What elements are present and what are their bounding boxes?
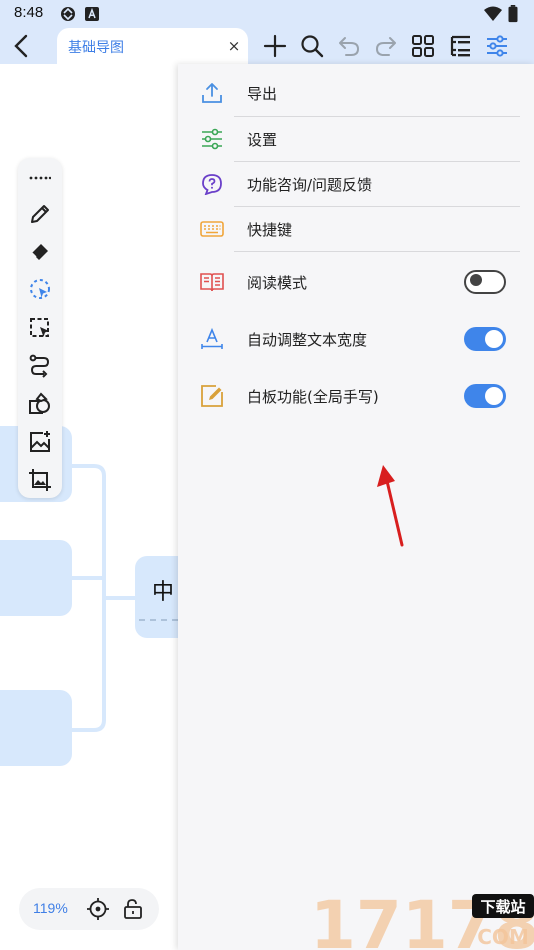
center-node-label: 中 bbox=[152, 580, 175, 605]
menu-label: 快捷键 bbox=[247, 221, 293, 239]
whiteboard-toggle[interactable] bbox=[464, 384, 506, 408]
image-frame-icon bbox=[29, 469, 51, 491]
help-icon bbox=[200, 172, 224, 196]
status-time: 8:48 bbox=[14, 4, 44, 21]
menu-label: 设置 bbox=[247, 131, 278, 149]
watermark-badge: 下载站 bbox=[480, 898, 525, 916]
tab-close-button[interactable]: × bbox=[225, 34, 243, 58]
menu-label: 阅读模式 bbox=[247, 274, 308, 292]
menu-label: 功能咨询/问题反馈 bbox=[247, 176, 373, 194]
connector-tool-button[interactable] bbox=[26, 352, 54, 380]
mindmap-node[interactable] bbox=[0, 540, 72, 616]
menu-label: 自动调整文本宽度 bbox=[247, 331, 368, 349]
mindmap-node[interactable] bbox=[0, 690, 72, 766]
connector-icon bbox=[29, 354, 50, 378]
auto-text-width-toggle[interactable] bbox=[464, 327, 506, 351]
rect-select-icon bbox=[30, 318, 49, 337]
menu-label: 导出 bbox=[247, 85, 278, 103]
search-icon bbox=[301, 35, 324, 58]
sliders-icon bbox=[487, 35, 507, 57]
menu-item-settings[interactable]: 设置 bbox=[178, 117, 534, 161]
site-watermark-logo: 17178 下载站 COM bbox=[310, 887, 534, 950]
outline-button[interactable] bbox=[446, 32, 474, 60]
status-bar: 8:48 bbox=[0, 0, 534, 28]
document-tab[interactable]: 基础导图 × bbox=[57, 28, 248, 64]
eraser-icon bbox=[31, 244, 48, 260]
back-button[interactable] bbox=[6, 30, 36, 62]
toggle-knob bbox=[470, 274, 482, 286]
toggle-row-auto-text-width: 自动调整文本宽度 bbox=[178, 317, 534, 361]
shape-tool-button[interactable] bbox=[26, 390, 54, 418]
notification-a-icon bbox=[85, 7, 99, 21]
lock-canvas-button[interactable] bbox=[121, 897, 145, 921]
top-toolbar: 基础导图 × bbox=[0, 28, 534, 64]
rect-select-button[interactable] bbox=[26, 314, 54, 342]
outline-tree-icon bbox=[450, 35, 470, 57]
reading-mode-toggle[interactable] bbox=[464, 270, 506, 294]
menu-item-shortcuts[interactable]: 快捷键 bbox=[178, 207, 534, 251]
settings-sliders-icon bbox=[200, 127, 224, 151]
zoom-level[interactable]: 119% bbox=[33, 900, 68, 916]
tool-palette bbox=[18, 158, 62, 498]
book-icon bbox=[200, 270, 224, 294]
text-width-icon bbox=[200, 327, 224, 351]
pen-tool-button[interactable] bbox=[26, 200, 54, 228]
unlock-icon bbox=[124, 899, 142, 919]
wifi-icon bbox=[484, 6, 502, 21]
menu-label: 白板功能(全局手写) bbox=[247, 388, 379, 406]
eraser-tool-button[interactable] bbox=[26, 238, 54, 266]
menu-item-export[interactable]: 导出 bbox=[178, 71, 534, 115]
watermark-suffix: COM bbox=[477, 925, 529, 949]
layout-grid-button[interactable] bbox=[409, 32, 437, 60]
tab-title: 基础导图 bbox=[68, 40, 124, 56]
search-button[interactable] bbox=[298, 32, 326, 60]
image-add-icon bbox=[30, 431, 50, 452]
red-arrow-annotation bbox=[377, 465, 404, 547]
pen-icon bbox=[31, 205, 49, 223]
settings-panel: 导出 设置 功能咨询/问题反馈 快捷键 阅读模式 自动调整文本宽度 白板功能(全… bbox=[178, 64, 534, 950]
toggle-row-reading-mode: 阅读模式 bbox=[178, 260, 534, 304]
export-icon bbox=[200, 81, 224, 105]
menu-item-feedback[interactable]: 功能咨询/问题反馈 bbox=[178, 162, 534, 206]
undo-button[interactable] bbox=[335, 32, 363, 60]
toggle-knob bbox=[485, 387, 503, 405]
plus-icon bbox=[263, 34, 287, 58]
lasso-select-button[interactable] bbox=[26, 276, 54, 304]
palette-drag-handle[interactable] bbox=[26, 164, 54, 192]
toggle-knob bbox=[485, 330, 503, 348]
image-crop-button[interactable] bbox=[26, 466, 54, 494]
add-button[interactable] bbox=[261, 32, 289, 60]
keyboard-icon bbox=[200, 217, 224, 241]
battery-icon bbox=[508, 5, 518, 23]
shapes-icon bbox=[29, 392, 50, 414]
settings-panel-button[interactable] bbox=[483, 32, 511, 60]
zoom-control: 119% bbox=[19, 888, 159, 930]
whiteboard-icon bbox=[200, 384, 224, 408]
sync-status-icon bbox=[61, 7, 75, 21]
toggle-row-whiteboard: 白板功能(全局手写) bbox=[178, 374, 534, 418]
divider bbox=[234, 251, 520, 252]
redo-button[interactable] bbox=[372, 32, 400, 60]
node-dash-line bbox=[139, 619, 179, 621]
grid-icon bbox=[412, 35, 434, 57]
locate-icon bbox=[87, 898, 109, 920]
insert-image-button[interactable] bbox=[26, 428, 54, 456]
recenter-button[interactable] bbox=[86, 897, 110, 921]
lasso-icon bbox=[30, 279, 50, 299]
dots-handle-icon bbox=[29, 176, 51, 180]
chevron-left-icon bbox=[14, 34, 28, 58]
undo-icon bbox=[339, 37, 359, 56]
redo-icon bbox=[376, 37, 396, 56]
